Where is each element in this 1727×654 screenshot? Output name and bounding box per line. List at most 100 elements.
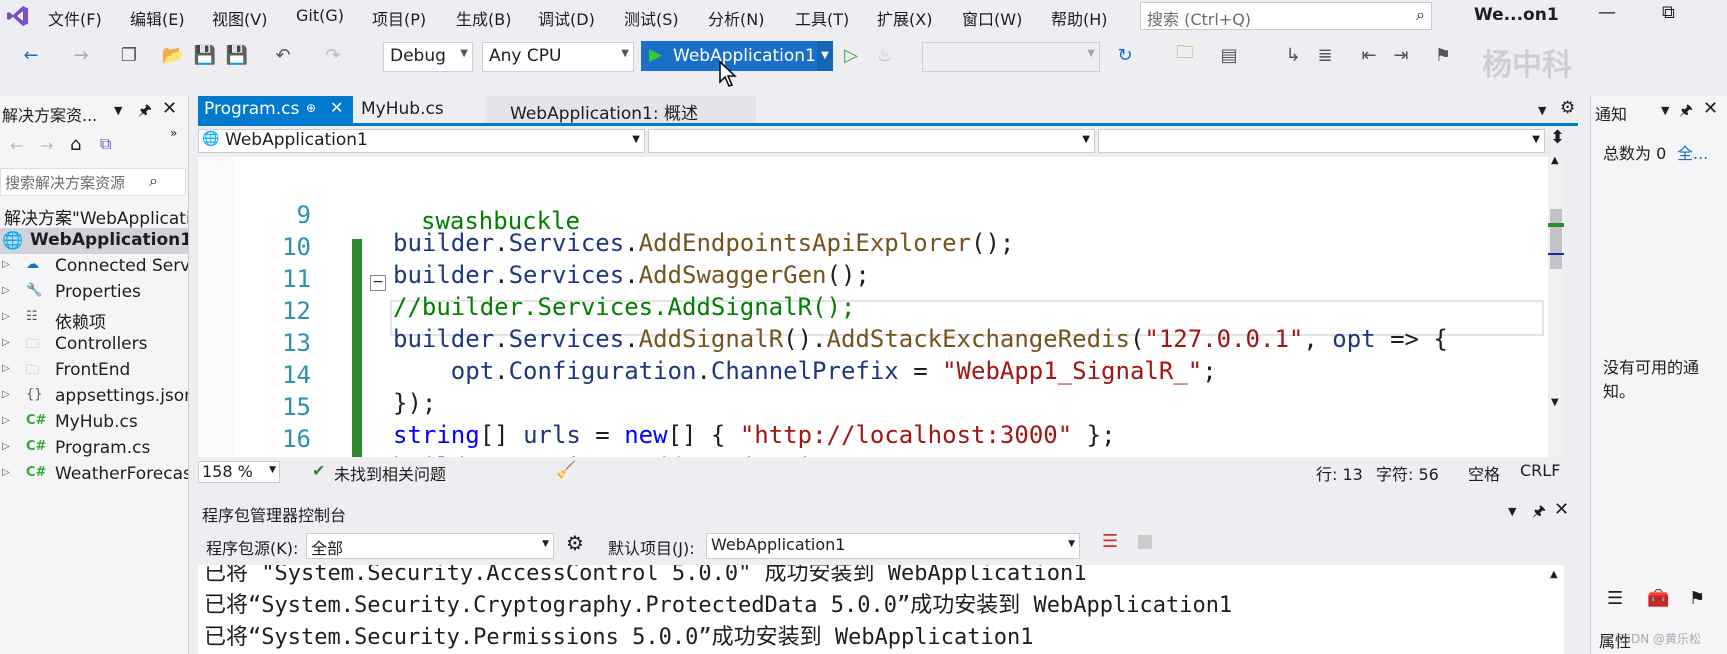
tab-program-cs[interactable]: Program.cs ⊕ ✕ [198,96,353,124]
code-editor[interactable]: − swashbuckle 9 builder.Services.AddEndp… [198,157,1564,457]
gear-icon[interactable]: ⚙ [566,531,584,555]
tree-item[interactable]: ▷ C# Program.cs [0,436,188,462]
pin-icon[interactable]: 🖈 [1679,100,1693,125]
minimize-icon[interactable]: — [1598,2,1616,23]
run-dropdown-icon[interactable]: ▼ [817,41,833,71]
split-editor-icon[interactable]: ⬍ [1550,127,1565,148]
solution-node[interactable]: 解决方案"WebApplicati [0,202,188,228]
menu-view[interactable]: 视图(V) [212,6,267,30]
pin-icon[interactable]: 🖈 [1532,501,1546,526]
member-scope-dropdown[interactable]: ▼ [1098,129,1545,153]
tree-item[interactable]: ▷ ☁ Connected Servi [0,254,188,280]
visual-studio-logo-icon[interactable] [6,4,30,28]
menu-tools[interactable]: 工具(T) [795,6,849,30]
tree-item[interactable]: ▷ ☷ 依赖项 [0,306,188,332]
broom-icon[interactable]: 🧹 [556,460,576,479]
expand-icon[interactable]: ▷ [2,259,10,270]
char-indicator[interactable]: 字符: 56 [1376,461,1439,485]
menu-help[interactable]: 帮助(H) [1051,6,1108,30]
switch-view-icon[interactable]: ⧉ [100,134,111,154]
expand-icon[interactable]: ▷ [2,363,10,374]
back-icon[interactable]: ← [18,42,44,68]
menu-build[interactable]: 生成(B) [456,6,511,30]
scroll-thumb[interactable] [1550,209,1562,269]
whitespace-indicator[interactable]: 空格 [1468,461,1500,485]
indent-icon[interactable]: ⇥ [1388,42,1414,68]
platform-dropdown[interactable]: Any CPU ▼ [482,42,634,72]
issues-status[interactable]: 未找到相关问题 [334,461,446,485]
undo-icon[interactable]: ↶ [270,42,296,68]
vertical-scrollbar[interactable]: ▲ ▼ [1548,157,1564,457]
more-icon[interactable]: » [170,126,177,140]
restore-icon[interactable]: ⧉ [1662,2,1675,23]
menu-project[interactable]: 项目(P) [372,6,426,30]
solution-search-input[interactable]: 搜索解决方案资源 ⌕ [0,168,186,196]
server-explorer-icon[interactable]: ☰ [1607,588,1623,609]
close-icon[interactable]: ✕ [330,98,343,117]
panel-menu-icon[interactable]: ▼ [1508,505,1516,518]
menu-debug[interactable]: 调试(D) [538,6,595,30]
home-icon[interactable]: ⌂ [70,134,81,155]
clear-console-icon[interactable]: ☰ [1102,531,1118,552]
expand-icon[interactable]: ▷ [2,311,10,322]
stop-icon[interactable] [1138,535,1152,549]
tab-myhub-cs[interactable]: MyHub.cs [353,96,483,124]
expand-icon[interactable]: ▷ [2,389,10,400]
search-icon[interactable]: ⌕ [149,171,158,191]
line-indicator[interactable]: 行: 13 [1316,461,1363,485]
scroll-up-icon[interactable]: ▲ [1551,157,1559,166]
tree-item[interactable]: ▷ 🗀 FrontEnd [0,358,188,384]
tree-item[interactable]: ▷ C# MyHub.cs [0,410,188,436]
project-scope-dropdown[interactable]: 🌐 WebApplication1 ▼ [198,129,645,153]
eol-indicator[interactable]: CRLF [1520,461,1560,480]
expand-icon[interactable]: ▷ [2,285,10,296]
bookmark-icon[interactable]: ⚑ [1430,42,1456,68]
package-source-dropdown[interactable]: 全部 ▼ [306,533,554,559]
flag-icon[interactable]: ⚑ [1689,588,1705,609]
expand-icon[interactable]: ▷ [2,467,10,478]
menu-extensions[interactable]: 扩展(X) [877,6,932,30]
format-icon[interactable]: ≣ [1312,42,1338,68]
forward-icon[interactable]: → [68,42,94,68]
panel-menu-icon[interactable]: ▼ [114,104,122,117]
menu-analyze[interactable]: 分析(N) [708,6,764,30]
tree-item[interactable]: ▷ C# WeatherForecast [0,462,188,488]
expand-icon[interactable]: ▷ [2,441,10,452]
back-icon[interactable]: ← [10,136,23,155]
close-icon[interactable]: ✕ [1554,499,1569,520]
tree-item[interactable]: ▷ {} appsettings.json [0,384,188,410]
new-project-icon[interactable]: ❐ [116,42,142,68]
project-node[interactable]: 🌐 WebApplication1 [0,228,188,254]
save-icon[interactable]: 💾 [192,42,218,68]
search-icon[interactable]: ⌕ [1416,5,1425,25]
menu-git[interactable]: Git(G) [296,6,344,25]
console-output[interactable]: 已将 "System.Security.AccessControl 5.0.0"… [198,565,1564,654]
tab-list-icon[interactable]: ▼ [1538,104,1546,117]
hot-reload-icon[interactable]: ♨ [872,42,898,68]
redo-icon[interactable]: ↷ [320,42,346,68]
step-icon[interactable]: ↳ [1280,42,1306,68]
expand-icon[interactable]: ▷ [2,337,10,348]
tab-overview[interactable]: WebApplication1: 概述 [486,96,756,124]
zoom-dropdown[interactable]: 158 % ▼ [198,461,280,483]
configuration-dropdown[interactable]: Debug ▼ [383,42,473,72]
menu-test[interactable]: 测试(S) [624,6,679,30]
scroll-up-icon[interactable]: ▲ [1550,569,1558,580]
start-without-debug-icon[interactable]: ▷ [838,42,864,68]
panel-menu-icon[interactable]: ▼ [1661,104,1669,117]
menu-window[interactable]: 窗口(W) [962,6,1022,30]
tree-item[interactable]: ▷ 🗀 Controllers [0,332,188,358]
empty-dropdown[interactable]: ▼ [922,42,1100,72]
refresh-icon[interactable]: ↻ [1112,42,1138,68]
type-scope-dropdown[interactable]: ▼ [648,129,1095,153]
pin-icon[interactable]: ⊕ [306,101,316,115]
search-box[interactable]: 搜索 (Ctrl+Q) ⌕ [1140,2,1432,30]
browse-folder-icon[interactable]: 🗀 [1172,42,1198,68]
menu-file[interactable]: 文件(F) [48,6,102,30]
save-all-icon[interactable]: 💾 [224,42,250,68]
tree-item[interactable]: ▷ 🔧 Properties [0,280,188,306]
scroll-down-icon[interactable]: ▼ [1551,397,1559,408]
toolbox-icon[interactable]: 🧰 [1647,588,1669,609]
outdent-icon[interactable]: ⇤ [1356,42,1382,68]
close-icon[interactable]: ✕ [1703,98,1718,119]
